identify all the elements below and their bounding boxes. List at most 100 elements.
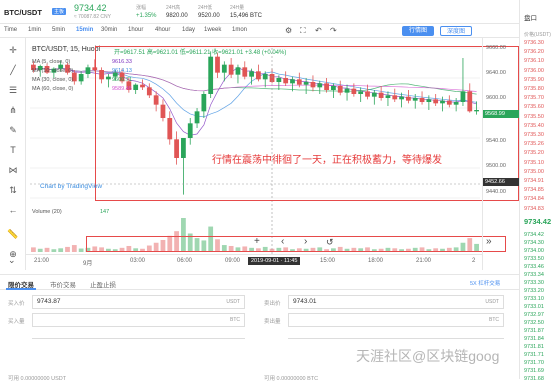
ask-price[interactable]: 9735.70 bbox=[524, 95, 544, 101]
x-tick: 15:00 bbox=[320, 258, 336, 264]
ask-price[interactable]: 9735.90 bbox=[524, 77, 544, 83]
fork-icon[interactable]: ⋔ bbox=[7, 104, 19, 116]
buy-price-input[interactable]: 9743.87 USDT bbox=[32, 295, 245, 309]
bid-price[interactable]: 9731.70 bbox=[524, 360, 544, 366]
ask-price[interactable]: 9734.85 bbox=[524, 187, 544, 193]
bid-price[interactable]: 9733.30 bbox=[524, 280, 544, 286]
ask-price[interactable]: 9735.30 bbox=[524, 132, 544, 138]
trade-tabs: 限价交易 市价交易 止盈止损 5X 杠杆交易 bbox=[0, 275, 519, 290]
settings-icon[interactable]: ⚙ bbox=[285, 26, 292, 35]
ask-price[interactable]: 9734.84 bbox=[524, 196, 544, 202]
tf-5min[interactable]: 5min bbox=[52, 27, 65, 33]
tab-stop[interactable]: 止盈止损 bbox=[90, 279, 116, 289]
back-arrow-icon[interactable]: ← bbox=[7, 204, 19, 216]
tf-30min[interactable]: 30min bbox=[101, 27, 117, 33]
tf-1min[interactable]: 1min bbox=[28, 27, 41, 33]
crosshair-icon[interactable]: ✛ bbox=[7, 44, 19, 56]
pattern-icon[interactable]: ⋈ bbox=[7, 164, 19, 176]
ask-price[interactable]: 9735.10 bbox=[524, 160, 544, 166]
tf-1mon[interactable]: 1mon bbox=[232, 27, 247, 33]
ask-price[interactable]: 9735.26 bbox=[524, 141, 544, 147]
candle-body bbox=[174, 139, 179, 158]
bid-price[interactable]: 9731.68 bbox=[524, 376, 544, 382]
ask-price[interactable]: 9735.40 bbox=[524, 123, 544, 129]
ask-price[interactable]: 9736.20 bbox=[524, 49, 544, 55]
stat-label-high: 24H高 bbox=[166, 5, 181, 11]
x-tick: 9月 bbox=[83, 261, 93, 267]
scroll-right-icon[interactable]: › bbox=[304, 236, 307, 247]
candle-body bbox=[283, 78, 289, 84]
text-icon[interactable]: T bbox=[7, 144, 19, 156]
brush-icon[interactable]: ✎ bbox=[7, 124, 19, 136]
tab-market[interactable]: 市价交易 bbox=[50, 279, 76, 289]
depth-chart-button[interactable]: 深度图 bbox=[440, 26, 472, 36]
bid-price[interactable]: 9733.20 bbox=[524, 288, 544, 294]
bid-price[interactable]: 9732.97 bbox=[524, 312, 544, 318]
candle-body bbox=[365, 91, 370, 97]
tf-4hour[interactable]: 4hour bbox=[155, 27, 170, 33]
zoom-in-icon[interactable]: + bbox=[254, 236, 260, 247]
ask-price[interactable]: 9735.50 bbox=[524, 114, 544, 120]
redo-icon[interactable]: ↷ bbox=[330, 26, 337, 35]
tf-1day[interactable]: 1day bbox=[182, 27, 195, 33]
pair-name[interactable]: BTC/USDT bbox=[4, 8, 42, 17]
bid-price[interactable]: 9734.30 bbox=[524, 240, 544, 246]
fullscreen-icon[interactable]: ⛶ bbox=[300, 26, 306, 36]
ask-price[interactable]: 9735.60 bbox=[524, 104, 544, 110]
sell-price-input[interactable]: 9743.01 USDT bbox=[288, 295, 504, 309]
undo-icon[interactable]: ↶ bbox=[315, 26, 322, 35]
ruler-icon[interactable]: 📏 bbox=[7, 228, 19, 240]
bid-price[interactable]: 9731.81 bbox=[524, 344, 544, 350]
bid-price[interactable]: 9733.34 bbox=[524, 272, 544, 278]
ask-price[interactable]: 9736.10 bbox=[524, 58, 544, 64]
ask-price[interactable]: 9736.00 bbox=[524, 68, 544, 74]
trendline-icon[interactable]: ╱ bbox=[7, 64, 19, 76]
lock-icon[interactable]: ⌄ bbox=[0, 252, 26, 270]
tf-1week[interactable]: 1week bbox=[204, 27, 221, 33]
bid-price[interactable]: 9733.46 bbox=[524, 264, 544, 270]
candle-body bbox=[344, 88, 350, 93]
ask-price[interactable]: 9736.30 bbox=[524, 40, 544, 46]
ask-price[interactable]: 9735.00 bbox=[524, 169, 544, 175]
bid-price[interactable]: 9734.00 bbox=[524, 248, 544, 254]
buy-amount-input[interactable]: BTC bbox=[32, 313, 245, 327]
volume-bar bbox=[65, 246, 70, 252]
horizontal-line-icon[interactable]: ☰ bbox=[7, 84, 19, 96]
candle-body bbox=[146, 87, 152, 96]
buy-slider[interactable] bbox=[32, 337, 245, 341]
ask-price[interactable]: 9735.20 bbox=[524, 150, 544, 156]
bid-price[interactable]: 9731.84 bbox=[524, 336, 544, 342]
ask-price[interactable]: 9734.83 bbox=[524, 206, 544, 212]
tradingview-credit[interactable]: Chart by TradingView bbox=[40, 183, 102, 190]
candle-body bbox=[221, 64, 227, 73]
ask-price[interactable]: 9735.80 bbox=[524, 86, 544, 92]
scroll-left-icon[interactable]: ‹ bbox=[281, 236, 284, 247]
annotation-text: 行情在震荡中徘徊了一天，正在积极蓄力，等待爆发 bbox=[212, 155, 442, 166]
tf-15min[interactable]: 15min bbox=[76, 27, 93, 33]
ask-price[interactable]: 9734.91 bbox=[524, 178, 544, 184]
bid-price[interactable]: 9733.01 bbox=[524, 304, 544, 310]
bid-price[interactable]: 9731.87 bbox=[524, 328, 544, 334]
bid-price[interactable]: 9733.50 bbox=[524, 256, 544, 262]
bid-price[interactable]: 9731.69 bbox=[524, 368, 544, 374]
candle-body bbox=[412, 98, 418, 101]
leverage-link[interactable]: 5X 杠杆交易 bbox=[470, 279, 500, 287]
candle-body bbox=[358, 91, 364, 94]
ma5-value: 9616.33 bbox=[112, 59, 132, 65]
reset-icon[interactable]: ↺ bbox=[326, 237, 334, 248]
price-chart[interactable]: BTC/USDT, 15, Huobi 开=9617.51 高=9621.01 … bbox=[26, 38, 519, 270]
bid-price[interactable]: 9731.71 bbox=[524, 352, 544, 358]
measure-icon[interactable]: ⇅ bbox=[7, 184, 19, 196]
volume-label: Volume (20) bbox=[32, 209, 62, 215]
sell-slider[interactable] bbox=[288, 337, 504, 341]
bid-price[interactable]: 9734.42 bbox=[524, 232, 544, 238]
volume-bar bbox=[78, 248, 84, 252]
tf-time[interactable]: Time bbox=[4, 27, 17, 33]
bid-price[interactable]: 9732.50 bbox=[524, 320, 544, 326]
tf-1hour[interactable]: 1hour bbox=[128, 27, 143, 33]
stat-value-high: 9820.00 bbox=[166, 13, 188, 19]
sell-amount-input[interactable]: BTC bbox=[288, 313, 504, 327]
bid-price[interactable]: 9733.10 bbox=[524, 296, 544, 302]
price-axis[interactable]: 9660.00 9640.00 9600.00 9568.99 9540.00 … bbox=[482, 38, 519, 270]
kline-chart-button[interactable]: 行情图 bbox=[402, 26, 434, 36]
